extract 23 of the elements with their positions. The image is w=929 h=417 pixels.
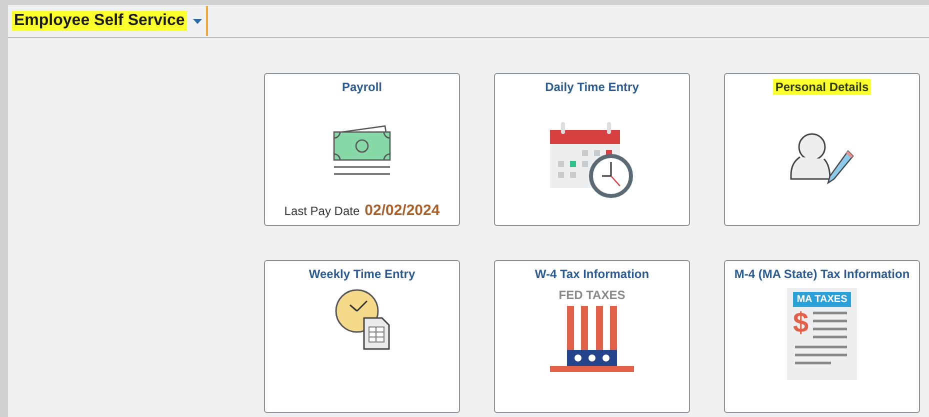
tile-title: Weekly Time Entry: [308, 266, 416, 282]
tile[interactable]: W-4 Tax Information FED TAXES: [494, 260, 690, 413]
caret-icon: [192, 18, 202, 24]
tile-title: W-4 Tax Information: [534, 266, 650, 282]
tile[interactable]: M-4 (MA State) Tax Information MA TAXES $: [724, 260, 920, 413]
tile-title: Personal Details: [773, 79, 871, 95]
clock-document-icon: [334, 288, 390, 350]
last-pay-date-value: 02/02/2024: [364, 202, 440, 219]
tile[interactable]: Weekly Time Entry: [264, 260, 460, 413]
icon-caption: MA TAXES: [792, 292, 852, 307]
calendar-clock-icon: [549, 120, 635, 200]
homepage-selector[interactable]: Employee Self Service: [8, 6, 208, 36]
tile[interactable]: Payroll Last Pay Date 02/02/2024: [264, 73, 460, 226]
striped-hat-icon: [549, 304, 635, 372]
last-pay-date-label: Last Pay Date: [284, 204, 360, 218]
tile-title: Payroll: [340, 79, 384, 95]
tile[interactable]: Daily Time Entry: [494, 73, 690, 226]
tile-title: M-4 (MA State) Tax Information: [733, 266, 911, 282]
dollar-sign: $: [793, 309, 809, 337]
homepage-title: Employee Self Service: [12, 11, 187, 31]
icon-caption: FED TAXES: [558, 288, 626, 302]
tile[interactable]: Personal Details: [724, 73, 920, 226]
tile-title: Daily Time Entry: [544, 79, 640, 95]
